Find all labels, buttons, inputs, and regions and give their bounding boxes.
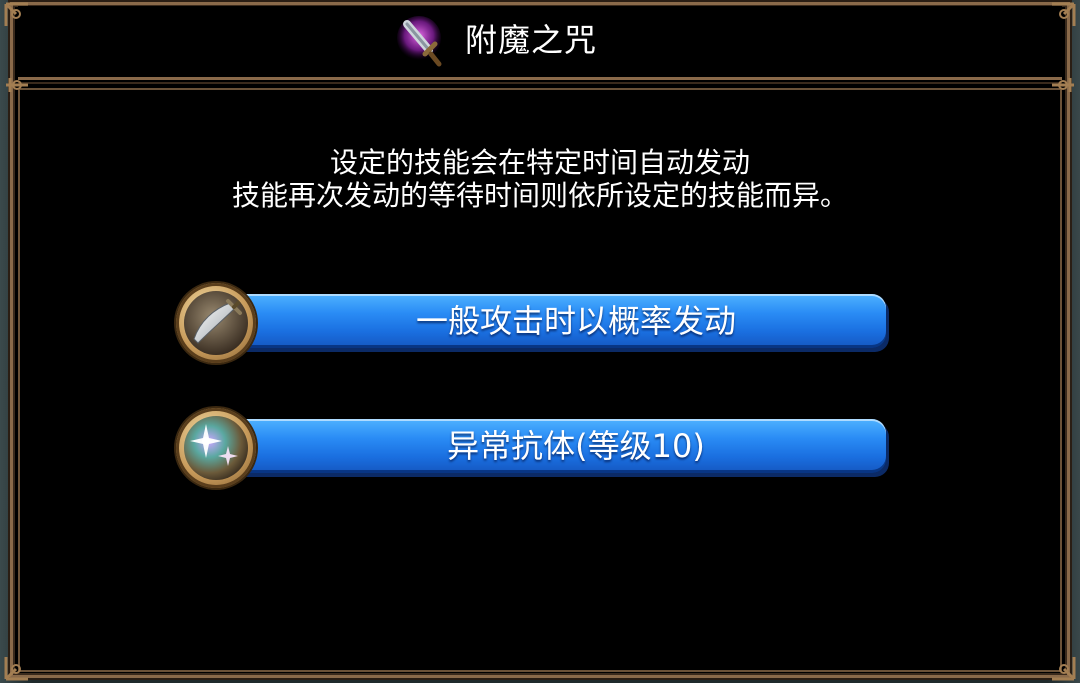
skill-description: 设定的技能会在特定时间自动发动 技能再次发动的等待时间则依所设定的技能而异。 [0,146,1080,212]
skill-icon-frame [176,283,256,363]
corner-ornament-icon [1048,0,1078,30]
option-status-resistance[interactable]: 异常抗体(等级10) [176,408,888,490]
option-button[interactable]: 一般攻击时以概率发动 [226,294,886,348]
enchanted-sword-icon [395,14,445,68]
corner-ornament-icon [2,0,32,30]
skill-icon-frame [176,408,256,488]
sparkle-orb-icon [184,416,248,480]
option-normal-attack-proc[interactable]: 一般攻击时以概率发动 [176,283,888,365]
description-line: 设定的技能会在特定时间自动发动 [329,146,750,179]
corner-ornament-icon [2,70,32,100]
description-line: 技能再次发动的等待时间则依所设定的技能而异。 [231,179,848,212]
corner-ornament-icon [1048,653,1078,683]
option-button[interactable]: 异常抗体(等级10) [226,419,886,473]
dialog-title: 附魔之咒 [465,21,598,59]
title-divider [18,82,1062,84]
corner-ornament-icon [2,653,32,683]
option-label: 异常抗体(等级10) [447,427,705,465]
game-screen: 附魔之咒 设定的技能会在特定时间自动发动 技能再次发动的等待时间则依所设定的技能… [0,0,1080,683]
option-label: 一般攻击时以概率发动 [415,302,736,340]
corner-ornament-icon [1048,70,1078,100]
sword-icon [184,291,248,355]
